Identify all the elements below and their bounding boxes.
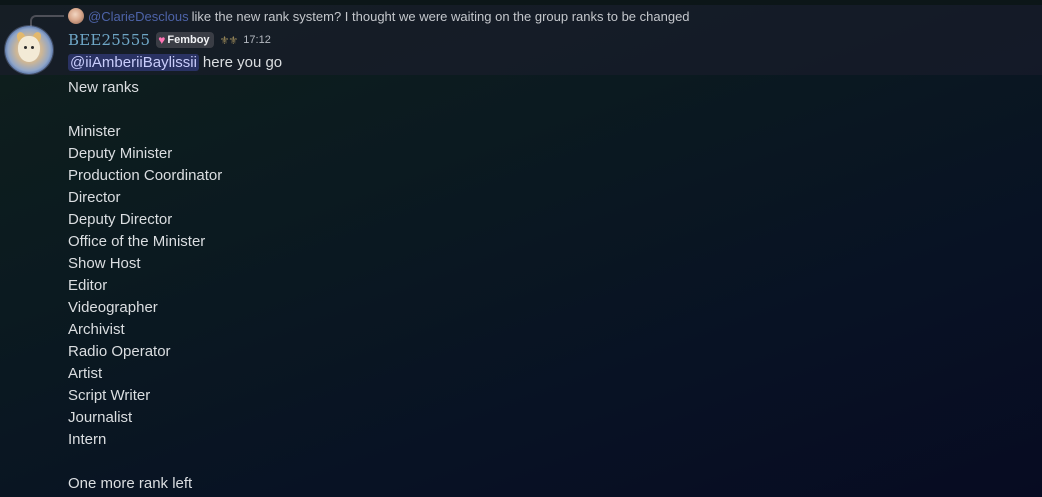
role-tag[interactable]: ♥ Femboy [156, 32, 214, 48]
author-avatar[interactable] [5, 26, 53, 74]
message-line: Production Coordinator [68, 167, 223, 184]
avatar-eye-right [31, 46, 34, 49]
message-header: BEE25555 ♥ Femboy ⚜⚜ 17:12 [68, 30, 271, 50]
message-line: New ranks [68, 79, 139, 96]
message-line: Artist [68, 365, 103, 382]
reply-preview[interactable]: @ClarieDesclous like the new rank system… [68, 7, 690, 25]
message-line: Intern [68, 431, 107, 448]
guild-tag-icon[interactable]: ⚜⚜ [220, 34, 239, 47]
message-line: Editor [68, 277, 108, 294]
message-line: Archivist [68, 321, 125, 338]
message-text: here you go [202, 53, 283, 71]
timestamp[interactable]: 17:12 [243, 34, 271, 46]
message-body: New ranks Minister Deputy Minister Produ… [68, 77, 222, 495]
user-mention[interactable]: @iiAmberiiBaylissii [68, 53, 199, 71]
message-line: Deputy Minister [68, 145, 173, 162]
reply-username[interactable]: @ClarieDesclous [88, 9, 189, 24]
message-line: Videographer [68, 299, 158, 316]
chat-message: @ClarieDesclous like the new rank system… [0, 0, 1042, 497]
role-tag-label: Femboy [167, 34, 210, 46]
message-line: Office of the Minister [68, 233, 206, 250]
reply-text[interactable]: like the new rank system? I thought we w… [192, 9, 690, 24]
message-line: Minister [68, 123, 121, 140]
message-line: Journalist [68, 409, 133, 426]
avatar-face [18, 36, 40, 62]
message-line [68, 99, 222, 121]
message-line: Radio Operator [68, 343, 171, 360]
message-line: Director [68, 189, 121, 206]
heart-icon: ♥ [158, 33, 166, 47]
reply-avatar[interactable] [68, 8, 84, 24]
message-line: One more rank left [68, 475, 193, 492]
author-username[interactable]: BEE25555 [68, 31, 150, 49]
message-first-line: @iiAmberiiBaylissii here you go [68, 51, 282, 73]
message-line: Show Host [68, 255, 141, 272]
avatar-eye-left [24, 46, 27, 49]
message-line [68, 451, 222, 473]
message-line: Deputy Director [68, 211, 173, 228]
message-line: Script Writer [68, 387, 151, 404]
